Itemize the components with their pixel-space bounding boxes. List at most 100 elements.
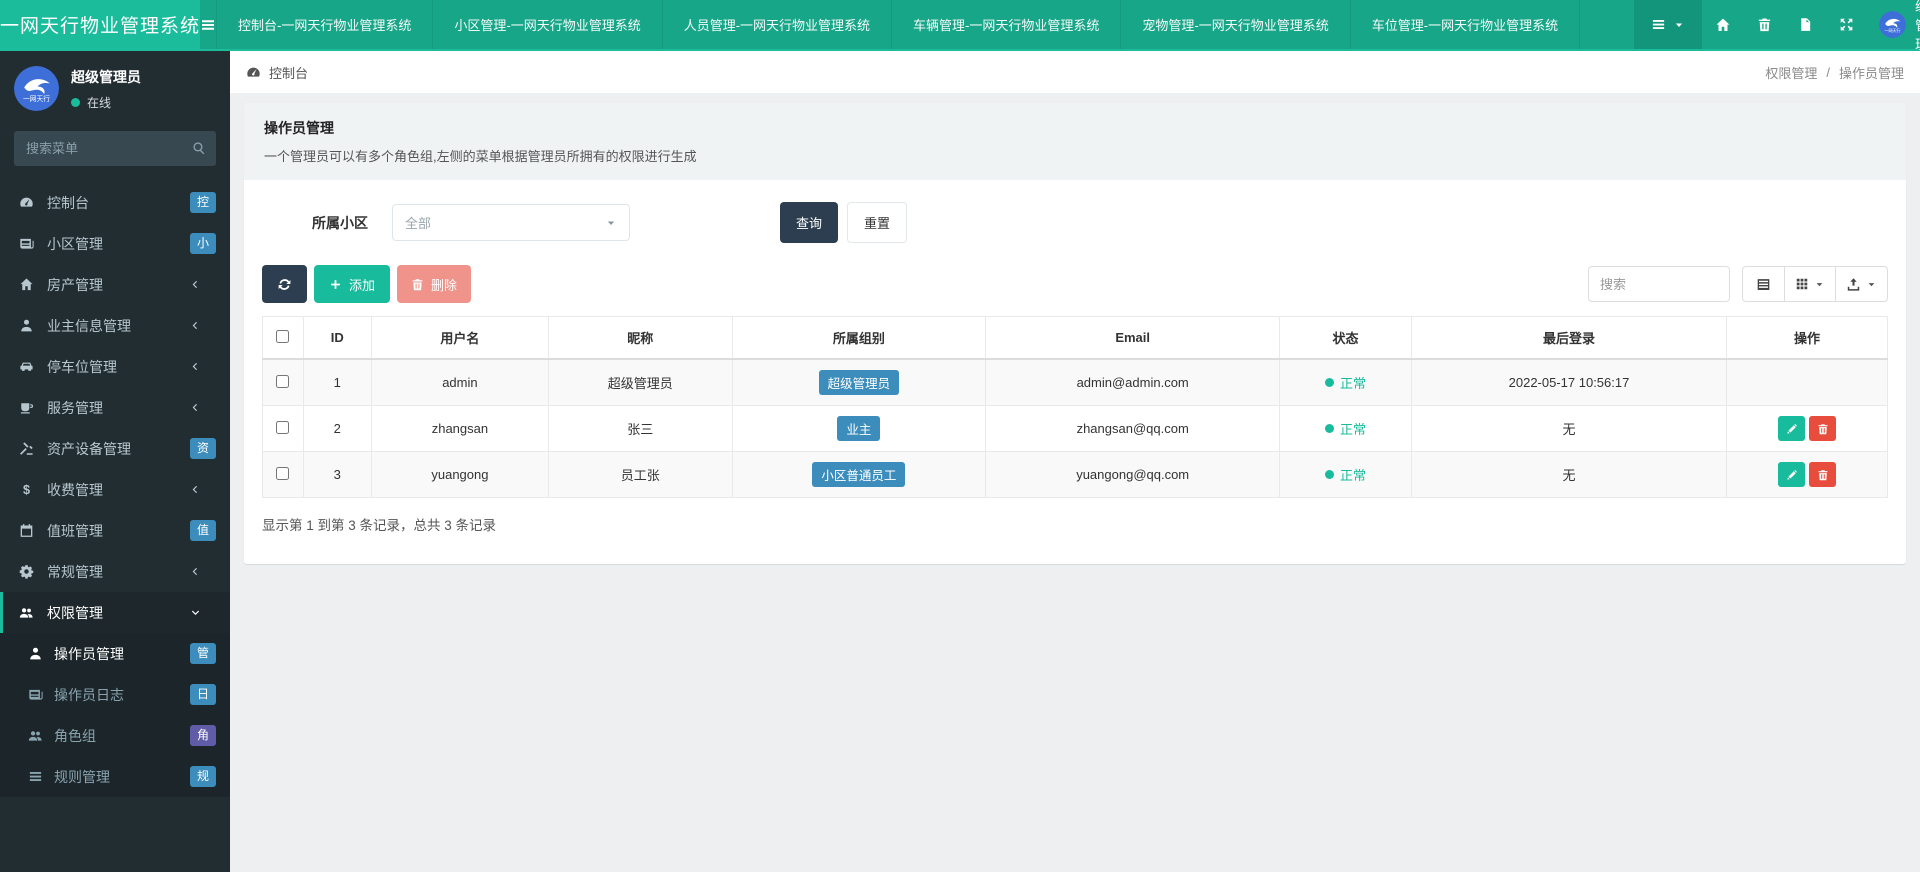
sidebar-submenu: 操作员管理管操作员日志日角色组角规则管理规 bbox=[0, 633, 230, 797]
refresh-button[interactable] bbox=[262, 265, 307, 303]
sidebar-item-general[interactable]: 常规管理 bbox=[0, 551, 230, 592]
sidebar-item-operator-log[interactable]: 操作员日志日 bbox=[0, 674, 230, 715]
add-button[interactable]: 添加 bbox=[314, 265, 390, 303]
navbar-tab-5[interactable]: 宠物管理-一网天行物业管理系统 bbox=[1120, 0, 1349, 49]
cell-status: 正常 bbox=[1280, 406, 1412, 452]
chev-left-icon bbox=[185, 566, 206, 577]
nav-user-menu[interactable]: 一网天行 超级管理员 bbox=[1867, 0, 1920, 49]
row-checkbox[interactable] bbox=[276, 467, 289, 480]
cell-group: 业主 bbox=[732, 406, 986, 452]
sidebar-item-rule[interactable]: 规则管理规 bbox=[0, 756, 230, 797]
sidebar-item-service[interactable]: 服务管理 bbox=[0, 387, 230, 428]
column-header-8: 操作 bbox=[1727, 317, 1888, 360]
delete-button[interactable]: 删除 bbox=[397, 265, 471, 303]
main-content: 控制台 权限管理 / 操作员管理 操作员管理 一个管理员可以有多个角色组,左侧的… bbox=[230, 0, 1920, 872]
breadcrumb-current: 操作员管理 bbox=[1839, 63, 1904, 82]
top-navbar: 一网天行物业管理系统 控制台-一网天行物业管理系统小区管理-一网天行物业管理系统… bbox=[0, 0, 1920, 51]
navbar-tab-2[interactable]: 小区管理-一网天行物业管理系统 bbox=[432, 0, 661, 49]
columns-dropdown-button[interactable] bbox=[1785, 266, 1836, 302]
sidebar-item-role-group[interactable]: 角色组角 bbox=[0, 715, 230, 756]
navbar-tab-4[interactable]: 车辆管理-一网天行物业管理系统 bbox=[891, 0, 1120, 49]
table-header-row: ID用户名昵称所属组别Email状态最后登录操作 bbox=[263, 317, 1888, 360]
sidebar-item-community[interactable]: 小区管理小 bbox=[0, 223, 230, 264]
detail-view-button[interactable] bbox=[1742, 266, 1785, 302]
nav-document-button[interactable] bbox=[1785, 0, 1826, 49]
navbar-tab-1[interactable]: 控制台-一网天行物业管理系统 bbox=[216, 0, 432, 49]
row-delete-button[interactable] bbox=[1809, 462, 1836, 487]
table-toolbar: 添加 删除 bbox=[262, 265, 1888, 303]
navbar-tab-3[interactable]: 人员管理-一网天行物业管理系统 bbox=[662, 0, 891, 49]
sidebar-item-owner-info[interactable]: 业主信息管理 bbox=[0, 305, 230, 346]
status-text: 正常 bbox=[1340, 373, 1366, 392]
sidebar-item-fee[interactable]: $收费管理 bbox=[0, 469, 230, 510]
header-checkbox-cell bbox=[263, 317, 304, 360]
breadcrumb-section: 权限管理 bbox=[1765, 63, 1817, 82]
table-search-input[interactable] bbox=[1588, 266, 1730, 302]
hamburger-icon bbox=[200, 17, 216, 33]
cell-group: 小区普通员工 bbox=[732, 452, 986, 498]
column-header-6: 状态 bbox=[1280, 317, 1412, 360]
cell-status: 正常 bbox=[1280, 359, 1412, 406]
users-icon bbox=[25, 728, 45, 743]
sidebar-item-label: 操作员管理 bbox=[54, 644, 190, 664]
trash-icon bbox=[1817, 423, 1829, 435]
sidebar-item-label: 权限管理 bbox=[47, 603, 185, 623]
menu-badge: 角 bbox=[190, 725, 216, 745]
query-button[interactable]: 查询 bbox=[780, 202, 838, 243]
row-delete-button[interactable] bbox=[1809, 416, 1836, 441]
sidebar-item-label: 业主信息管理 bbox=[47, 316, 185, 336]
cell-last-login: 2022-05-17 10:56:17 bbox=[1411, 359, 1726, 406]
user-icon bbox=[25, 646, 45, 661]
sidebar-toggle-button[interactable] bbox=[200, 0, 216, 49]
select-all-checkbox[interactable] bbox=[276, 330, 289, 343]
page-title: 操作员管理 bbox=[264, 118, 1886, 138]
community-select[interactable]: 全部 bbox=[392, 204, 630, 241]
sidebar-item-asset-equipment[interactable]: 资产设备管理资 bbox=[0, 428, 230, 469]
sidebar-item-duty[interactable]: 值班管理值 bbox=[0, 510, 230, 551]
bars-icon bbox=[25, 769, 45, 784]
sidebar-item-parking[interactable]: 停车位管理 bbox=[0, 346, 230, 387]
sidebar-item-operator[interactable]: 操作员管理管 bbox=[0, 633, 230, 674]
sidebar-item-permission[interactable]: 权限管理 bbox=[0, 592, 230, 633]
file-icon bbox=[1798, 17, 1813, 32]
plus-icon bbox=[329, 278, 342, 291]
cell-actions bbox=[1727, 452, 1888, 498]
trash-icon bbox=[411, 278, 424, 291]
sidebar-item-dashboard[interactable]: 控制台控 bbox=[0, 182, 230, 223]
nav-user-name: 超级管理员 bbox=[1915, 0, 1920, 72]
sidebar-item-label: 值班管理 bbox=[47, 521, 190, 541]
community-filter-label: 所属小区 bbox=[312, 213, 392, 233]
tab-list-dropdown[interactable] bbox=[1634, 0, 1702, 49]
avatar: 一网天行 bbox=[1879, 11, 1906, 38]
row-checkbox-cell bbox=[263, 406, 304, 452]
row-checkbox[interactable] bbox=[276, 375, 289, 388]
sidebar-item-label: 操作员日志 bbox=[54, 685, 190, 705]
cell-status: 正常 bbox=[1280, 452, 1412, 498]
news-icon bbox=[16, 236, 37, 251]
sidebar-user-name: 超级管理员 bbox=[71, 67, 141, 87]
nav-fullscreen-button[interactable] bbox=[1826, 0, 1867, 49]
export-dropdown-button[interactable] bbox=[1836, 266, 1888, 302]
breadcrumb-home-link[interactable]: 控制台 bbox=[246, 63, 308, 82]
edit-button[interactable] bbox=[1778, 416, 1805, 441]
sidebar-item-property[interactable]: 房产管理 bbox=[0, 264, 230, 305]
nav-clear-button[interactable] bbox=[1744, 0, 1785, 49]
brand-logo[interactable]: 一网天行物业管理系统 bbox=[0, 0, 200, 49]
nav-home-button[interactable] bbox=[1702, 0, 1744, 49]
navbar-tab-6[interactable]: 车位管理-一网天行物业管理系统 bbox=[1350, 0, 1580, 49]
export-icon bbox=[1846, 277, 1861, 292]
edit-button[interactable] bbox=[1778, 462, 1805, 487]
row-checkbox[interactable] bbox=[276, 421, 289, 434]
menu-badge: 小 bbox=[190, 233, 216, 253]
menu-search-input[interactable] bbox=[14, 131, 216, 166]
search-icon bbox=[192, 141, 206, 155]
cell-id: 3 bbox=[303, 452, 371, 498]
gauge-icon bbox=[16, 195, 37, 210]
cell-username: zhangsan bbox=[371, 406, 548, 452]
status-badge: 正常 bbox=[1325, 419, 1366, 438]
cell-id: 1 bbox=[303, 359, 371, 406]
content-area: 操作员管理 一个管理员可以有多个角色组,左侧的菜单根据管理员所拥有的权限进行生成… bbox=[230, 93, 1920, 604]
breadcrumb: 控制台 权限管理 / 操作员管理 bbox=[230, 51, 1920, 93]
reset-button[interactable]: 重置 bbox=[847, 202, 907, 243]
cell-id: 2 bbox=[303, 406, 371, 452]
